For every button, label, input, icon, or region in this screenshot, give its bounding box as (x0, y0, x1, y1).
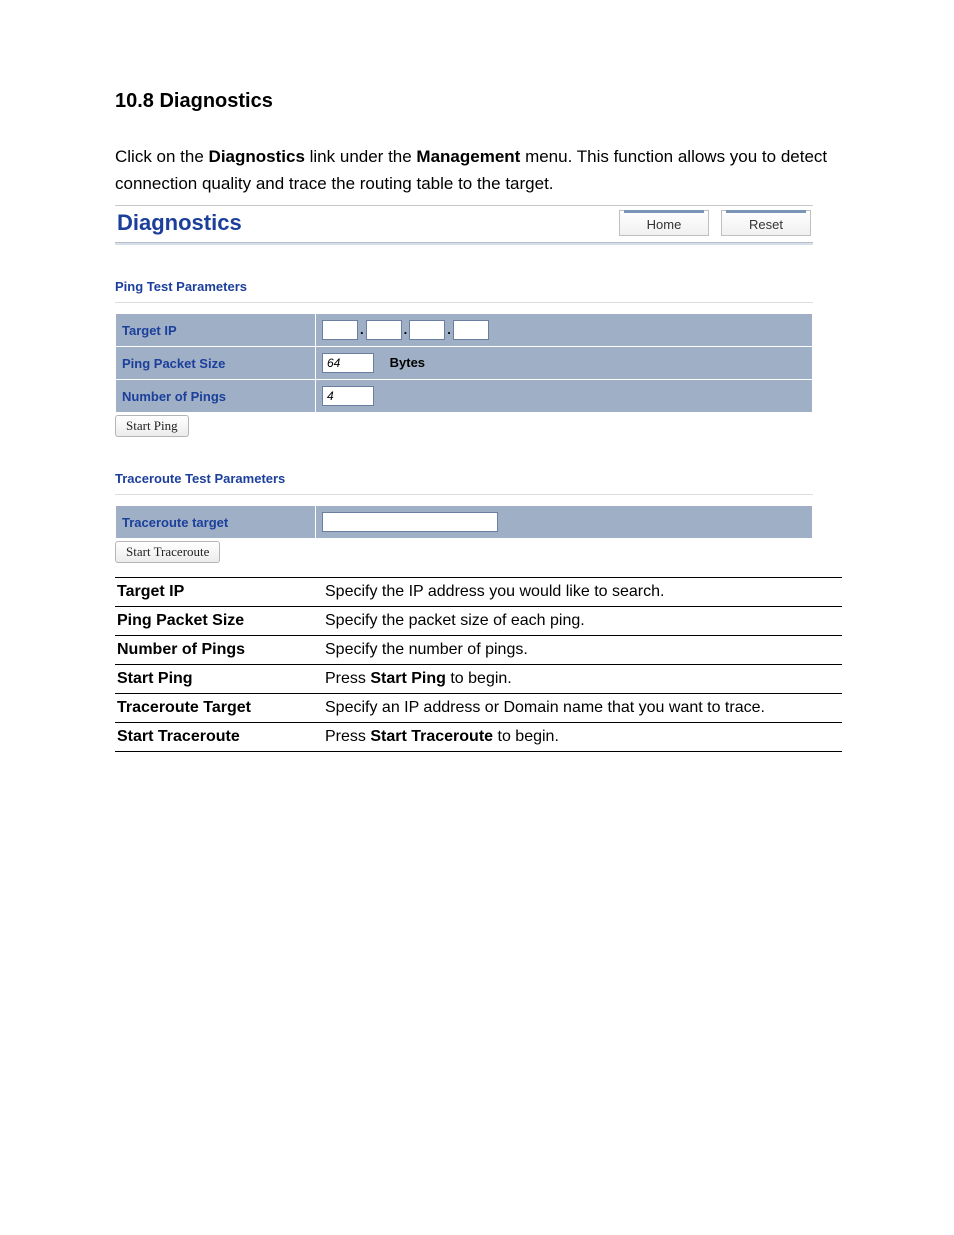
desc-label: Ping Packet Size (115, 607, 321, 636)
desc-bold: Start Ping (370, 670, 446, 687)
ip-separator: . (402, 322, 410, 337)
desc-text-span: Specify the IP address you would like to… (325, 583, 664, 600)
ping-packet-size-unit: Bytes (390, 355, 425, 370)
table-row: Traceroute Target Specify an IP address … (115, 694, 842, 723)
target-ip-cell: ... (316, 314, 813, 347)
desc-text-span: Press (325, 728, 370, 745)
target-ip-octet-4[interactable] (453, 320, 489, 340)
ping-section-title: Ping Test Parameters (115, 279, 813, 294)
table-row: Number of Pings Specify the number of pi… (115, 636, 842, 665)
traceroute-target-cell (316, 506, 813, 539)
desc-text: Specify the packet size of each ping. (321, 607, 842, 636)
diagnostics-panel: Diagnostics Home Reset Ping Test Paramet… (115, 205, 813, 563)
panel-header: Diagnostics Home Reset (115, 205, 813, 243)
ping-action-row: Start Ping (115, 415, 813, 437)
traceroute-target-label: Traceroute target (116, 506, 316, 539)
number-of-pings-input[interactable] (322, 386, 374, 406)
table-row: Ping Packet Size Specify the packet size… (115, 607, 842, 636)
target-ip-octet-2[interactable] (366, 320, 402, 340)
target-ip-octet-1[interactable] (322, 320, 358, 340)
ip-separator: . (445, 322, 453, 337)
table-row: Start Ping Press Start Ping to begin. (115, 665, 842, 694)
traceroute-params-table: Traceroute target (115, 505, 813, 539)
divider (115, 494, 813, 495)
ping-packet-size-label: Ping Packet Size (116, 347, 316, 380)
desc-label: Start Traceroute (115, 723, 321, 752)
desc-label: Start Ping (115, 665, 321, 694)
start-ping-button[interactable]: Start Ping (115, 415, 189, 437)
table-row: Start Traceroute Press Start Traceroute … (115, 723, 842, 752)
intro-text: link under the (305, 147, 417, 166)
table-row: Target IP ... (116, 314, 813, 347)
section-heading: 10.8 Diagnostics (115, 90, 844, 113)
start-traceroute-button[interactable]: Start Traceroute (115, 541, 220, 563)
intro-bold-management: Management (416, 147, 520, 166)
table-row: Traceroute target (116, 506, 813, 539)
home-button[interactable]: Home (619, 210, 709, 236)
number-of-pings-cell (316, 380, 813, 413)
desc-text: Specify the IP address you would like to… (321, 578, 842, 607)
divider (115, 302, 813, 303)
ping-packet-size-input[interactable] (322, 353, 374, 373)
table-row: Number of Pings (116, 380, 813, 413)
desc-text: Specify an IP address or Domain name tha… (321, 694, 842, 723)
number-of-pings-label: Number of Pings (116, 380, 316, 413)
desc-text-span: to begin. (493, 728, 559, 745)
reset-button[interactable]: Reset (721, 210, 811, 236)
header-divider (115, 242, 813, 245)
desc-label: Traceroute Target (115, 694, 321, 723)
desc-label: Number of Pings (115, 636, 321, 665)
desc-text: Press Start Traceroute to begin. (321, 723, 842, 752)
traceroute-section-title: Traceroute Test Parameters (115, 471, 813, 486)
table-row: Ping Packet Size Bytes (116, 347, 813, 380)
panel-title: Diagnostics (117, 210, 242, 236)
desc-text-span: Press (325, 670, 370, 687)
traceroute-target-input[interactable] (322, 512, 498, 532)
desc-label: Target IP (115, 578, 321, 607)
desc-bold: Start Traceroute (370, 728, 493, 745)
desc-text-span: Specify the packet size of each ping. (325, 612, 585, 629)
desc-text-span: Specify an IP address or Domain name tha… (325, 699, 765, 716)
panel-header-buttons: Home Reset (619, 210, 811, 236)
description-table: Target IP Specify the IP address you wou… (115, 577, 842, 752)
desc-text: Press Start Ping to begin. (321, 665, 842, 694)
desc-text-span: to begin. (446, 670, 512, 687)
traceroute-action-row: Start Traceroute (115, 541, 813, 563)
ping-params-table: Target IP ... Ping Packet Size Bytes Num… (115, 313, 813, 413)
table-row: Target IP Specify the IP address you wou… (115, 578, 842, 607)
target-ip-label: Target IP (116, 314, 316, 347)
desc-text: Specify the number of pings. (321, 636, 842, 665)
ping-packet-size-cell: Bytes (316, 347, 813, 380)
target-ip-octet-3[interactable] (409, 320, 445, 340)
ip-separator: . (358, 322, 366, 337)
intro-bold-diagnostics: Diagnostics (209, 147, 305, 166)
intro-paragraph: Click on the Diagnostics link under the … (115, 143, 844, 197)
desc-text-span: Specify the number of pings. (325, 641, 528, 658)
intro-text: Click on the (115, 147, 209, 166)
